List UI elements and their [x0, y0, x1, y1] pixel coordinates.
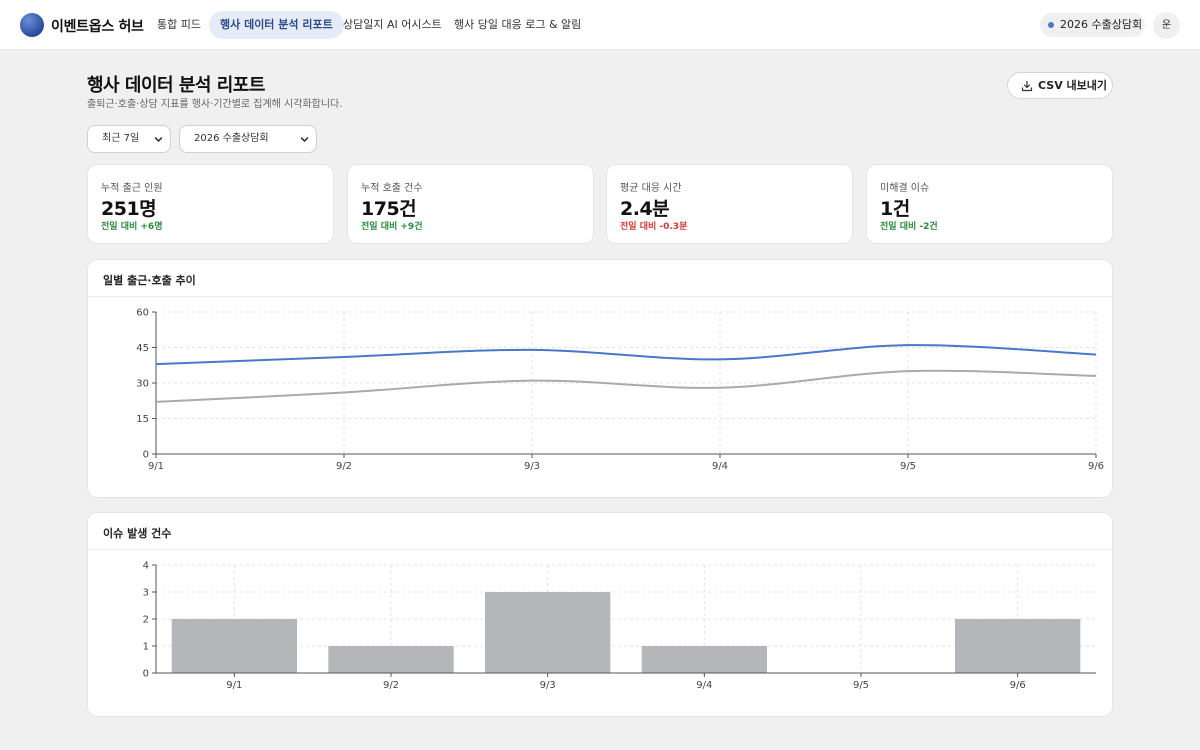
kpi-delta: 전일 대비 +6명: [101, 222, 163, 232]
kpi-card-attendance: 누적 출근 인원 251명 전일 대비 +6명: [87, 164, 334, 244]
kpi-label: 누적 호출 건수: [361, 183, 423, 194]
kpi-card-open-issues: 미해결 이슈 1건 전일 대비 -2건: [866, 164, 1113, 244]
chevron-down-icon: [300, 137, 309, 142]
nav-item-response-log[interactable]: 행사 당일 대응 로그 & 알림: [443, 11, 592, 39]
download-icon: [1021, 80, 1033, 92]
x-tick-label: 9/2: [336, 461, 352, 472]
kpi-value: 251명: [101, 198, 157, 220]
user-avatar[interactable]: 운: [1153, 12, 1180, 39]
x-tick-label: 9/5: [900, 461, 916, 472]
brand-name[interactable]: 이벤트옵스 허브: [51, 16, 144, 36]
bar-9-3: [485, 592, 611, 673]
csv-export-button[interactable]: CSV 내보내기: [1007, 72, 1113, 99]
event-select[interactable]: 2026 수출상담회: [179, 125, 317, 153]
current-event-label: 2026 수출상담회: [1060, 18, 1143, 31]
card-header: 일별 출근·호출 추이: [88, 260, 1112, 297]
event-select-value: 2026 수출상담회: [194, 133, 269, 144]
x-tick-label: 9/6: [1088, 461, 1104, 472]
nav-item-analytics-report[interactable]: 행사 데이터 분석 리포트: [209, 11, 344, 39]
y-tick-label: 0: [143, 669, 149, 680]
x-tick-label: 9/4: [712, 461, 728, 472]
x-tick-label: 9/3: [540, 680, 556, 691]
kpi-delta: 전일 대비 -0.3분: [620, 222, 688, 232]
x-tick-label: 9/5: [853, 680, 869, 691]
kpi-value: 1건: [880, 198, 910, 220]
bar-9-2: [328, 646, 454, 673]
x-tick-label: 9/3: [524, 461, 540, 472]
x-tick-label: 9/4: [696, 680, 712, 691]
kpi-label: 누적 출근 인원: [101, 183, 163, 194]
chevron-down-icon: [154, 137, 163, 142]
line-chart-title: 일별 출근·호출 추이: [103, 274, 196, 287]
y-tick-label: 30: [136, 379, 149, 390]
nav-item-ai-assist[interactable]: 상담일지 AI 어시스트: [332, 11, 453, 39]
period-select-value: 최근 7일: [102, 133, 140, 144]
line-chart-card: 0 15 30 45 60 9/1 9/2 9/3 9/4 9/5 9/6 일별 출근·호출 추이: [87, 259, 1113, 498]
kpi-card-calls: 누적 호출 건수 175건 전일 대비 +9건: [347, 164, 594, 244]
y-tick-label: 0: [143, 450, 149, 461]
y-tick-label: 15: [136, 414, 149, 425]
kpi-value: 175건: [361, 198, 417, 220]
kpi-label: 미해결 이슈: [880, 183, 930, 194]
current-event-pill[interactable]: 2026 수출상담회: [1040, 13, 1145, 37]
y-tick-label: 45: [136, 343, 149, 354]
bar-chart-card: 0 1 2 3 4 9/1 9/2 9/3 9/4 9/5 9/6 이슈 발생 건수: [87, 512, 1113, 717]
kpi-card-response-time: 평균 대응 시간 2.4분 전일 대비 -0.3분: [606, 164, 853, 244]
top-bar: 이벤트옵스 허브 통합 피드 행사 데이터 분석 리포트 상담일지 AI 어시스…: [0, 0, 1200, 50]
csv-export-label: CSV 내보내기: [1038, 79, 1108, 92]
bar-9-6: [955, 619, 1081, 673]
kpi-delta: 전일 대비 +9건: [361, 222, 423, 232]
bar-9-1: [171, 619, 297, 673]
x-tick-label: 9/1: [148, 461, 164, 472]
x-tick-label: 9/2: [383, 680, 399, 691]
period-select[interactable]: 최근 7일: [87, 125, 171, 153]
y-tick-label: 2: [143, 615, 149, 626]
y-tick-label: 1: [143, 642, 149, 653]
x-tick-label: 9/6: [1010, 680, 1026, 691]
y-tick-label: 60: [136, 308, 149, 319]
page-subtitle: 출퇴근·호출·상담 지표를 행사·기간별로 집계해 시각화합니다.: [87, 99, 343, 110]
nav-item-feed[interactable]: 통합 피드: [146, 11, 212, 39]
status-dot-icon: [1048, 22, 1054, 28]
brand-logo[interactable]: [20, 13, 44, 37]
bar-9-4: [641, 646, 767, 673]
kpi-label: 평균 대응 시간: [620, 183, 682, 194]
page-title: 행사 데이터 분석 리포트: [87, 75, 265, 96]
bar-chart-title: 이슈 발생 건수: [103, 527, 172, 540]
y-tick-label: 3: [143, 588, 149, 599]
kpi-value: 2.4분: [620, 198, 670, 220]
card-header: 이슈 발생 건수: [88, 513, 1112, 550]
x-tick-label: 9/1: [226, 680, 242, 691]
kpi-delta: 전일 대비 -2건: [880, 222, 938, 232]
series-line-secondary: [155, 369, 1097, 403]
y-tick-label: 4: [143, 561, 149, 572]
